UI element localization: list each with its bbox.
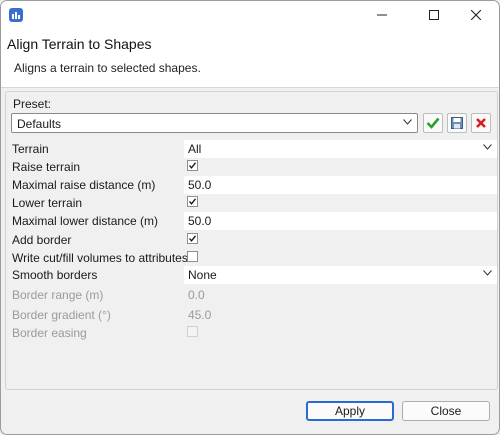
terrain-label: Terrain: [12, 142, 49, 156]
checkmark-icon: [189, 162, 197, 169]
raise-terrain-row: Raise terrain: [6, 158, 497, 176]
raise-terrain-label: Raise terrain: [12, 160, 81, 174]
lower-terrain-row: Lower terrain: [6, 194, 497, 212]
terrain-row: Terrain All: [6, 140, 497, 158]
max-raise-distance-label: Maximal raise distance (m): [12, 178, 156, 192]
terrain-value: All: [188, 142, 202, 156]
smooth-borders-select[interactable]: None: [184, 266, 497, 284]
apply-preset-button[interactable]: [423, 113, 443, 133]
add-border-checkbox[interactable]: [187, 233, 198, 244]
raise-terrain-checkbox[interactable]: [187, 160, 198, 171]
save-icon: [451, 117, 463, 129]
border-gradient-row: Border gradient (°) 45.0: [6, 306, 497, 324]
close-button[interactable]: Close: [402, 401, 490, 421]
border-gradient-value: 45.0: [188, 308, 212, 322]
dialog-description: Aligns a terrain to selected shapes.: [14, 61, 201, 75]
chevron-down-icon: [483, 270, 492, 276]
border-easing-label: Border easing: [12, 326, 87, 340]
preset-group: Preset: Defaults Terrain All Raise terra…: [5, 91, 498, 390]
max-raise-distance-input[interactable]: 50.0: [184, 176, 497, 194]
checkmark-icon: [189, 235, 197, 242]
border-easing-row: Border easing: [6, 324, 497, 342]
close-icon: [471, 10, 481, 20]
minimize-button[interactable]: [359, 1, 405, 29]
border-range-value: 0.0: [188, 288, 205, 302]
lower-terrain-label: Lower terrain: [12, 196, 83, 210]
write-volumes-label: Write cut/fill volumes to attributes: [12, 251, 188, 265]
max-lower-distance-input[interactable]: 50.0: [184, 212, 497, 230]
dialog-header: Align Terrain to Shapes Aligns a terrain…: [1, 29, 499, 88]
terrain-select[interactable]: All: [184, 140, 497, 158]
border-range-label: Border range (m): [12, 288, 104, 302]
chevron-down-icon: [483, 144, 492, 150]
smooth-borders-value: None: [188, 268, 217, 282]
delete-icon: [476, 118, 486, 128]
border-range-row: Border range (m) 0.0: [6, 286, 497, 304]
max-lower-distance-label: Maximal lower distance (m): [12, 214, 159, 228]
add-border-label: Add border: [12, 233, 72, 247]
chevron-down-icon: [403, 119, 412, 125]
preset-value: Defaults: [17, 117, 62, 131]
minimize-icon: [377, 14, 387, 16]
border-gradient-label: Border gradient (°): [12, 308, 111, 322]
checkmark-icon: [426, 117, 440, 129]
save-preset-button[interactable]: [447, 113, 467, 133]
add-border-row: Add border: [6, 231, 497, 249]
maximize-button[interactable]: [411, 1, 457, 29]
smooth-borders-row: Smooth borders None: [6, 266, 497, 284]
preset-label: Preset:: [13, 97, 52, 111]
write-volumes-row: Write cut/fill volumes to attributes: [6, 249, 497, 267]
max-lower-distance-value: 50.0: [188, 214, 212, 228]
smooth-borders-label: Smooth borders: [12, 268, 98, 282]
dialog-window: Align Terrain to Shapes Aligns a terrain…: [0, 0, 500, 435]
title-bar[interactable]: [1, 1, 499, 29]
app-icon: [9, 8, 23, 22]
apply-button[interactable]: Apply: [306, 401, 394, 421]
write-volumes-checkbox[interactable]: [187, 251, 198, 262]
preset-select[interactable]: Defaults: [11, 113, 418, 133]
checkmark-icon: [189, 198, 197, 205]
delete-preset-button[interactable]: [471, 113, 491, 133]
lower-terrain-checkbox[interactable]: [187, 196, 198, 207]
dialog-title: Align Terrain to Shapes: [7, 36, 152, 52]
close-window-button[interactable]: [453, 1, 499, 29]
max-raise-distance-value: 50.0: [188, 178, 212, 192]
max-raise-distance-row: Maximal raise distance (m) 50.0: [6, 176, 497, 194]
maximize-icon: [429, 10, 439, 20]
border-easing-checkbox: [187, 326, 198, 337]
max-lower-distance-row: Maximal lower distance (m) 50.0: [6, 212, 497, 230]
